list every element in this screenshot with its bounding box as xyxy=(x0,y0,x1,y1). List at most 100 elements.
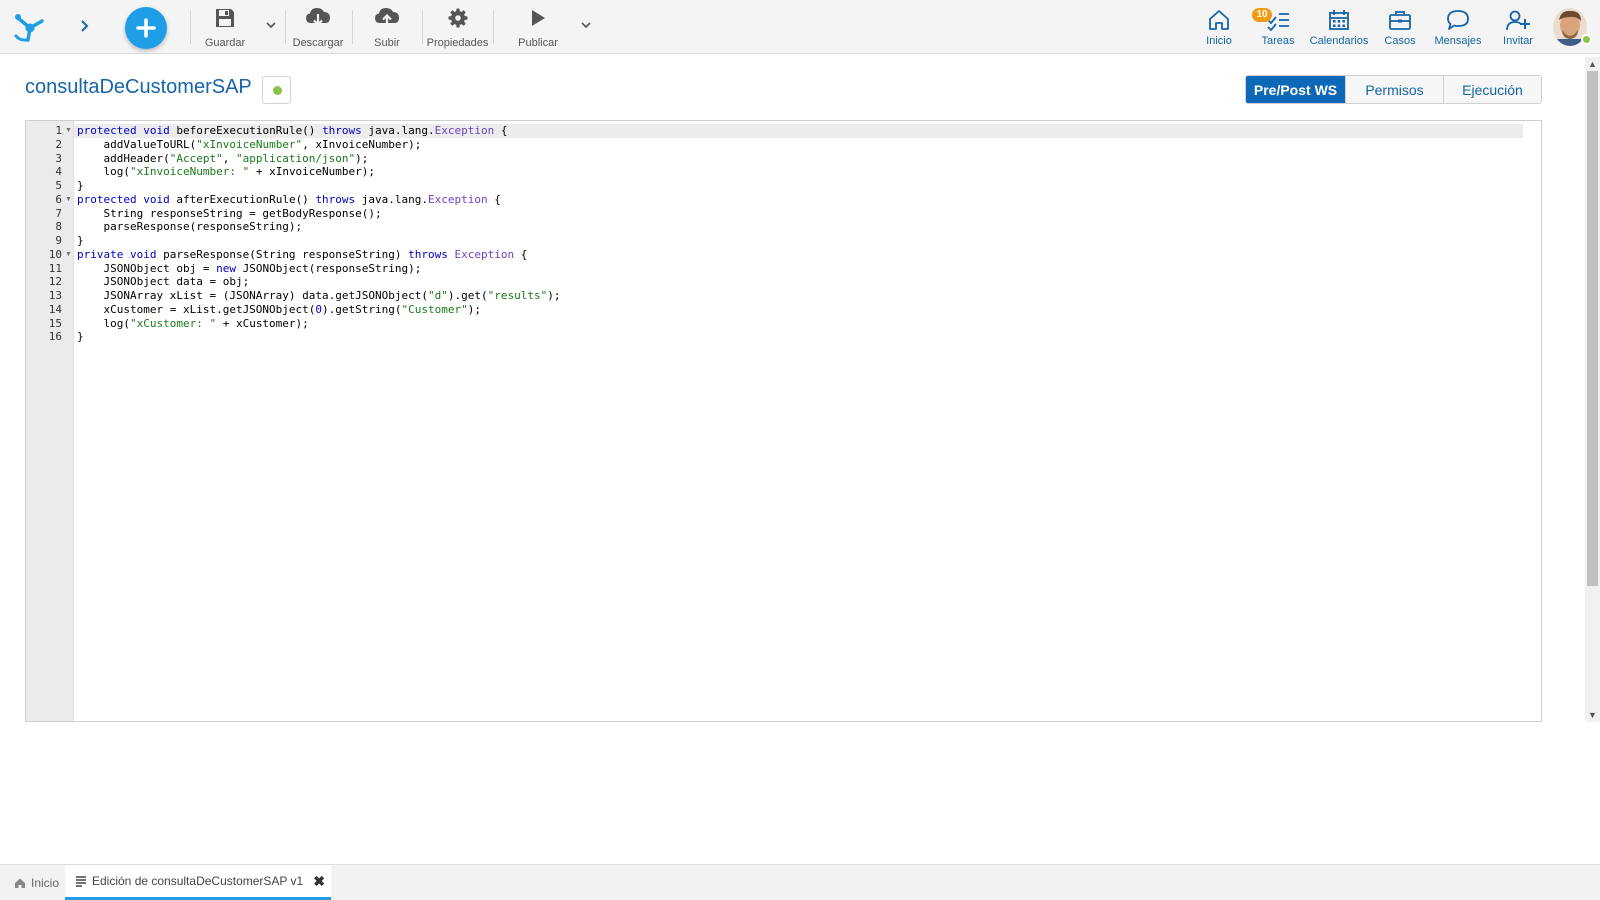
cloud-upload-icon xyxy=(374,6,400,30)
add-user-icon xyxy=(1505,8,1531,32)
code-line[interactable]: log("xCustomer: " + xCustomer); xyxy=(74,317,1523,331)
download-button[interactable]: Descargar xyxy=(293,6,343,50)
code-line[interactable]: String responseString = getBodyResponse(… xyxy=(74,207,1523,221)
add-new-button[interactable] xyxy=(125,7,167,49)
calendar-icon xyxy=(1328,8,1350,32)
fold-toggle-icon[interactable]: ▼ xyxy=(65,248,73,262)
fold-toggle-icon[interactable]: ▼ xyxy=(65,124,73,138)
briefcase-icon xyxy=(1388,8,1412,32)
code-editor[interactable]: 1 ▼ 2 3 4 5 6 ▼ 7 8 9 10 ▼ 11 12 13 14 15 16 protected voi… xyxy=(25,120,1542,722)
line-number: 16 xyxy=(48,330,62,344)
nav-casos-label: Casos xyxy=(1384,35,1416,47)
code-line[interactable]: addValueToURL("xInvoiceNumber", xInvoice… xyxy=(74,138,1523,152)
save-label: Guardar xyxy=(204,37,246,49)
publish-button[interactable]: Publicar xyxy=(517,6,559,50)
home-icon xyxy=(1207,8,1231,32)
code-line[interactable]: } xyxy=(74,234,1523,248)
download-label: Descargar xyxy=(292,37,344,49)
plus-icon xyxy=(136,18,156,38)
play-icon xyxy=(529,6,547,30)
toolbar-divider xyxy=(285,10,286,44)
code-line[interactable]: xCustomer = xList.getJSONObject(0).getSt… xyxy=(74,303,1523,317)
code-line[interactable]: } xyxy=(74,179,1523,193)
scroll-down-arrow-icon[interactable]: ▼ xyxy=(1588,710,1597,720)
code-line[interactable]: } xyxy=(74,330,1523,344)
publish-label: Publicar xyxy=(518,37,558,49)
nav-calendarios[interactable]: Calendarios xyxy=(1309,8,1369,48)
bottom-tab-inicio-label: Inicio xyxy=(31,876,60,890)
nav-mensajes-label: Mensajes xyxy=(1434,35,1482,47)
line-number-gutter: 1 ▼ 2 3 4 5 6 ▼ 7 8 9 10 ▼ 11 12 13 14 15 16 xyxy=(26,121,74,721)
save-options-chevron-down-icon[interactable] xyxy=(264,18,278,32)
properties-button[interactable]: Propiedades xyxy=(427,6,488,50)
nav-invitar[interactable]: Invitar xyxy=(1501,8,1535,48)
save-icon xyxy=(214,6,236,30)
toolbar-divider xyxy=(422,10,423,44)
line-number: 2 xyxy=(55,137,62,151)
editor-icon xyxy=(75,875,87,887)
properties-label: Propiedades xyxy=(426,37,489,49)
scrollbar-thumb[interactable] xyxy=(1587,71,1598,586)
line-number: 14 xyxy=(48,302,62,316)
code-line[interactable]: log("xInvoiceNumber: " + xInvoiceNumber)… xyxy=(74,165,1523,179)
line-number: 11 xyxy=(48,261,62,275)
line-number: 3 xyxy=(55,151,62,165)
bottom-tab-editor[interactable]: Edición de consultaDeCustomerSAP v1 ✖ xyxy=(65,865,331,900)
nav-inicio[interactable]: Inicio xyxy=(1205,8,1233,48)
line-number: 12 xyxy=(48,275,62,289)
nav-calendarios-label: Calendarios xyxy=(1309,35,1369,47)
app-logo-icon[interactable] xyxy=(10,8,50,46)
toolbar-divider xyxy=(493,10,494,44)
bottom-tab-inicio[interactable]: Inicio xyxy=(10,865,63,900)
code-line[interactable]: private void parseResponse(String respon… xyxy=(74,248,1523,262)
scroll-up-arrow-icon[interactable]: ▲ xyxy=(1588,59,1597,69)
toolbar-divider xyxy=(190,10,191,44)
gear-icon xyxy=(448,6,468,30)
code-line[interactable]: JSONArray xList = (JSONArray) data.getJS… xyxy=(74,289,1523,303)
view-tabs: Pre/Post WS Permisos Ejecución xyxy=(1245,75,1542,104)
app-window: Guardar Descargar Subir Propiedades Publ… xyxy=(0,0,1600,900)
home-icon xyxy=(14,877,26,889)
code-line[interactable]: protected void beforeExecutionRule() thr… xyxy=(74,124,1523,138)
line-number: 15 xyxy=(48,316,62,330)
publish-options-chevron-down-icon[interactable] xyxy=(579,18,593,32)
vertical-scrollbar[interactable]: ▲ ▼ xyxy=(1585,57,1600,722)
line-number: 1 xyxy=(55,124,62,137)
chat-icon xyxy=(1446,8,1470,32)
line-number: 5 xyxy=(55,179,62,192)
line-number: 9 xyxy=(55,234,62,247)
code-line[interactable]: addHeader("Accept", "application/json"); xyxy=(74,152,1523,166)
online-status-dot xyxy=(1581,34,1592,45)
tasks-count-badge: 10 xyxy=(1252,8,1272,22)
status-indicator-button[interactable] xyxy=(262,76,291,104)
line-number: 6 xyxy=(55,192,62,206)
line-number: 4 xyxy=(55,165,62,179)
nav-inicio-label: Inicio xyxy=(1206,35,1232,47)
code-line[interactable]: protected void afterExecutionRule() thro… xyxy=(74,193,1523,207)
code-line[interactable]: parseResponse(responseString); xyxy=(74,220,1523,234)
nav-invitar-label: Invitar xyxy=(1503,35,1533,47)
bottom-tab-bar: Inicio Edición de consultaDeCustomerSAP … xyxy=(0,864,1600,900)
close-tab-icon[interactable]: ✖ xyxy=(313,873,325,890)
fold-toggle-icon[interactable]: ▼ xyxy=(65,193,73,207)
nav-tareas-label: Tareas xyxy=(1261,35,1295,47)
code-line[interactable]: JSONObject data = obj; xyxy=(74,275,1523,289)
bottom-tab-editor-label: Edición de consultaDeCustomerSAP v1 xyxy=(92,874,304,888)
upload-button[interactable]: Subir xyxy=(372,6,402,50)
expand-menu-chevron-icon[interactable] xyxy=(74,16,94,36)
tab-permisos[interactable]: Permisos xyxy=(1345,76,1443,103)
status-dot xyxy=(273,86,282,95)
nav-mensajes[interactable]: Mensajes xyxy=(1433,8,1483,48)
top-toolbar: Guardar Descargar Subir Propiedades Publ… xyxy=(0,0,1600,54)
line-number: 13 xyxy=(48,289,62,302)
code-line[interactable]: JSONObject obj = new JSONObject(response… xyxy=(74,262,1523,276)
code-area[interactable]: protected void beforeExecutionRule() thr… xyxy=(74,121,1541,721)
save-button[interactable]: Guardar xyxy=(205,6,245,50)
cloud-download-icon xyxy=(305,6,331,30)
nav-casos[interactable]: Casos xyxy=(1384,8,1416,48)
tab-ejecucion[interactable]: Ejecución xyxy=(1443,76,1541,103)
upload-label: Subir xyxy=(374,37,400,49)
line-number: 7 xyxy=(55,206,62,220)
line-number: 10 xyxy=(48,247,62,261)
tab-pre-post-ws[interactable]: Pre/Post WS xyxy=(1246,76,1345,103)
